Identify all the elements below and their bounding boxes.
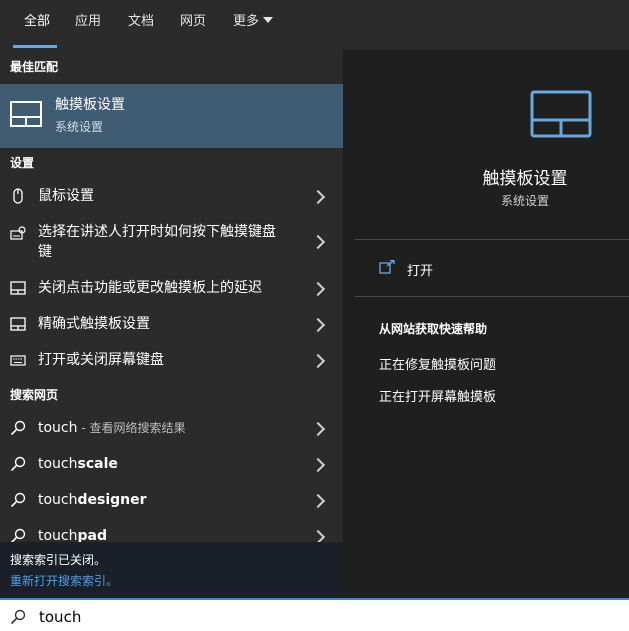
search-box[interactable]: touch [0,598,629,631]
detail-title: 触摸板设置 [482,169,568,189]
web-result-touch[interactable]: touch - 查看网络搜索结果 [0,410,343,446]
search-icon [10,609,26,625]
touchpad-icon [530,90,592,138]
chevron-right-icon [310,493,326,509]
best-match-title: 触摸板设置 [55,97,125,113]
divider [355,239,629,240]
section-search-web: 搜索网页 [10,388,59,402]
filter-tab-bar: 全部 应用 文档 网页 更多 [0,0,629,50]
settings-item-label: 鼠标设置 [38,188,94,204]
web-result-completion: designer [77,492,147,508]
results-panel: 最佳匹配 触摸板设置 系统设置 设置 鼠标设置 选择在讲述人打开时如何按下触摸键… [0,50,343,598]
web-result-query: touch [38,492,78,508]
chevron-down-icon [263,17,274,23]
open-action[interactable]: 打开 [355,248,629,286]
web-result-completion: scale [77,456,118,472]
touchpad-icon [10,101,42,127]
settings-item-label: 关闭点击功能或更改触摸板上的延迟 [38,280,262,296]
open-label: 打开 [407,264,434,279]
tab-web[interactable]: 网页 [180,0,206,50]
keyboard-icon [10,355,26,366]
best-match-item[interactable]: 触摸板设置 系统设置 [0,84,343,148]
active-tab-indicator [13,45,57,48]
web-result-query: touch [38,420,78,436]
detail-subtitle: 系统设置 [500,194,549,208]
tab-apps[interactable]: 应用 [75,0,101,50]
chevron-right-icon [310,457,326,473]
tab-all[interactable]: 全部 [24,0,50,50]
divider [355,296,629,297]
chevron-right-icon [310,353,326,369]
narrator-keyboard-icon [10,226,26,240]
open-icon [379,260,395,274]
tab-more-label: 更多 [233,14,260,29]
section-best-match: 最佳匹配 [10,60,59,74]
search-icon [10,492,26,508]
quick-help-heading: 从网站获取快速帮助 [379,322,488,336]
reopen-search-index-link[interactable]: 重新打开搜索索引。 [10,572,118,589]
settings-item-mouse[interactable]: 鼠标设置 [0,178,343,214]
web-result-touchdesigner[interactable]: touchdesigner [0,482,343,518]
chevron-right-icon [310,281,326,297]
search-index-status: 搜索索引已关闭。 [10,553,107,567]
tab-documents[interactable]: 文档 [128,0,154,50]
search-icon [10,456,26,472]
web-result-hint: - 查看网络搜索结果 [77,421,186,435]
chevron-right-icon [310,189,326,205]
mouse-icon [13,188,23,204]
tab-more[interactable]: 更多 [233,0,274,50]
section-settings: 设置 [10,156,35,170]
detail-panel: 触摸板设置 系统设置 打开 从网站获取快速帮助 正在修复触摸板问题 正在打开屏幕… [355,50,629,598]
search-query[interactable]: touch [39,608,81,626]
settings-item-tap-delay[interactable]: 关闭点击功能或更改触摸板上的延迟 [0,270,343,306]
chevron-right-icon [310,317,326,333]
chevron-right-icon [310,234,326,250]
best-match-subtitle: 系统设置 [55,120,104,134]
touchpad-icon [10,281,26,295]
help-link-open-onscreen-touchpad[interactable]: 正在打开屏幕触摸板 [379,386,496,405]
search-index-notice: 搜索索引已关闭。 重新打开搜索索引。 [0,542,343,598]
settings-item-label: 精确式触摸板设置 [38,316,150,332]
web-result-query: touch [38,456,78,472]
settings-item-precision-touchpad[interactable]: 精确式触摸板设置 [0,306,343,342]
web-result-label: touch - 查看网络搜索结果 [38,418,288,438]
settings-item-onscreen-keyboard[interactable]: 打开或关闭屏幕键盘 [0,342,343,378]
search-icon [10,420,26,436]
chevron-right-icon [310,421,326,437]
web-result-touchscale[interactable]: touchscale [0,446,343,482]
help-link-fix-touchpad[interactable]: 正在修复触摸板问题 [379,354,496,373]
settings-item-label: 选择在讲述人打开时如何按下触摸键盘键 [38,224,276,260]
web-result-label: touchscale [38,454,288,474]
web-result-label: touchdesigner [38,490,288,510]
settings-item-narrator-keyboard[interactable]: 选择在讲述人打开时如何按下触摸键盘键 [0,216,343,266]
touchpad-icon [10,317,26,331]
settings-item-label: 打开或关闭屏幕键盘 [38,352,164,368]
